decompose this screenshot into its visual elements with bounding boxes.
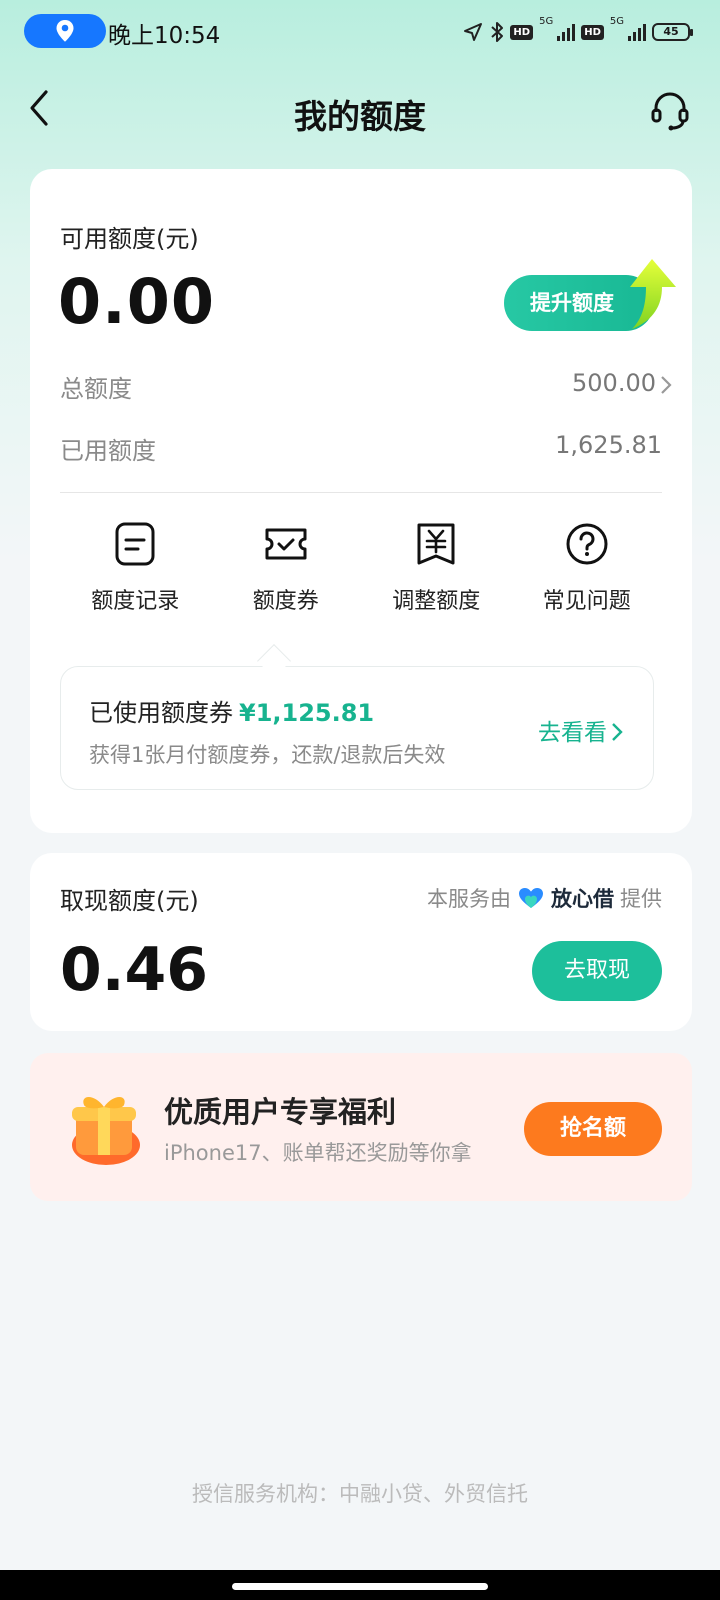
- credit-card: 可用额度(元) 0.00 提升额度 总额度 500.00 已用额度 1,625.…: [30, 169, 692, 833]
- footer-institutions: 授信服务机构：中融小贷、外贸信托: [192, 1482, 528, 1506]
- grab-spot-button[interactable]: 抢名额: [524, 1102, 662, 1156]
- status-bar: 晚上10:54 HD 5G HD 5G 45: [0, 0, 720, 66]
- provider-brand: 放心借: [551, 887, 614, 911]
- available-credit-value: 0.00: [58, 265, 215, 338]
- signal-icon-2: [628, 23, 646, 41]
- tool-adjust-credit[interactable]: 调整额度: [361, 521, 512, 621]
- status-icons: HD 5G HD 5G 45: [462, 16, 693, 48]
- network-type-2: 5G: [609, 16, 624, 27]
- fangxinjie-logo-icon: [519, 888, 543, 908]
- coupon-title-text: 已使用额度券: [89, 699, 233, 727]
- coupon-ticket-icon: [265, 528, 307, 560]
- promo-subtitle: iPhone17、账单帮还奖励等你拿: [164, 1141, 472, 1165]
- record-icon: [115, 522, 155, 566]
- promo-banner[interactable]: 优质用户专享福利 iPhone17、账单帮还奖励等你拿 抢名额: [30, 1053, 692, 1201]
- bluetooth-icon: [491, 22, 504, 42]
- tool-credit-record[interactable]: 额度记录: [60, 521, 211, 621]
- total-credit-label: 总额度: [60, 375, 132, 403]
- cash-credit-label: 取现额度(元): [60, 887, 199, 915]
- tool-grid: 额度记录 额度券 调整额度 常见问题: [60, 521, 662, 621]
- tool-label: 额度券: [252, 589, 319, 614]
- coupon-subtitle: 获得1张月付额度券，还款/退款后失效: [89, 743, 446, 767]
- up-arrow-icon: [630, 259, 676, 329]
- status-time: 晚上10:54: [108, 23, 221, 49]
- gift-box-icon: [72, 1097, 140, 1165]
- coupon-title: 已使用额度券 ¥1,125.81: [89, 693, 374, 728]
- hd-badge-1: HD: [510, 24, 534, 40]
- provider-suffix: 提供: [620, 887, 662, 911]
- signal-icon-1: [557, 23, 576, 41]
- home-indicator[interactable]: [232, 1583, 488, 1590]
- hd-badge-2: HD: [581, 24, 604, 40]
- tool-label: 额度记录: [91, 589, 180, 614]
- cash-card: 取现额度(元) 本服务由 放心借 提供 0.46 去取现: [30, 853, 692, 1031]
- network-type-1: 5G: [539, 16, 554, 27]
- tool-credit-coupon[interactable]: 额度券: [211, 521, 362, 621]
- cash-credit-value: 0.46: [60, 935, 209, 1005]
- location-indicator[interactable]: [24, 14, 106, 48]
- coupon-amount: ¥1,125.81: [239, 699, 375, 727]
- promo-title: 优质用户专享福利: [164, 1095, 397, 1129]
- go-look-label: 去看看: [538, 720, 607, 746]
- location-pin-icon: [56, 20, 74, 42]
- used-credit-row: 已用额度 1,625.81: [60, 431, 662, 471]
- available-credit-label: 可用额度(元): [60, 225, 199, 253]
- question-icon: [566, 523, 608, 565]
- yuan-document-icon: [417, 523, 455, 565]
- page-title: 我的额度: [294, 97, 426, 136]
- divider: [60, 492, 662, 493]
- go-look-link[interactable]: 去看看: [538, 713, 623, 747]
- provider-info: 本服务由 放心借 提供: [427, 883, 662, 913]
- tool-label: 常见问题: [542, 589, 631, 614]
- tool-label: 调整额度: [392, 589, 481, 614]
- total-credit-row[interactable]: 总额度 500.00: [60, 369, 672, 409]
- provider-prefix: 本服务由: [427, 887, 511, 911]
- tool-faq[interactable]: 常见问题: [512, 521, 663, 621]
- battery-icon: 45: [652, 23, 693, 41]
- used-credit-value: 1,625.81: [555, 431, 662, 459]
- total-credit-value: 500.00: [572, 369, 656, 397]
- withdraw-button[interactable]: 去取现: [532, 941, 662, 1001]
- chevron-right-icon: [661, 376, 672, 394]
- used-credit-label: 已用额度: [60, 437, 156, 465]
- coupon-banner[interactable]: 已使用额度券 ¥1,125.81 获得1张月付额度券，还款/退款后失效 去看看: [60, 666, 654, 790]
- customer-service-icon[interactable]: [648, 88, 692, 132]
- nav-bar-top: 我的额度: [0, 70, 720, 146]
- chevron-right-icon: [612, 723, 623, 741]
- navigation-arrow-icon: [464, 23, 483, 41]
